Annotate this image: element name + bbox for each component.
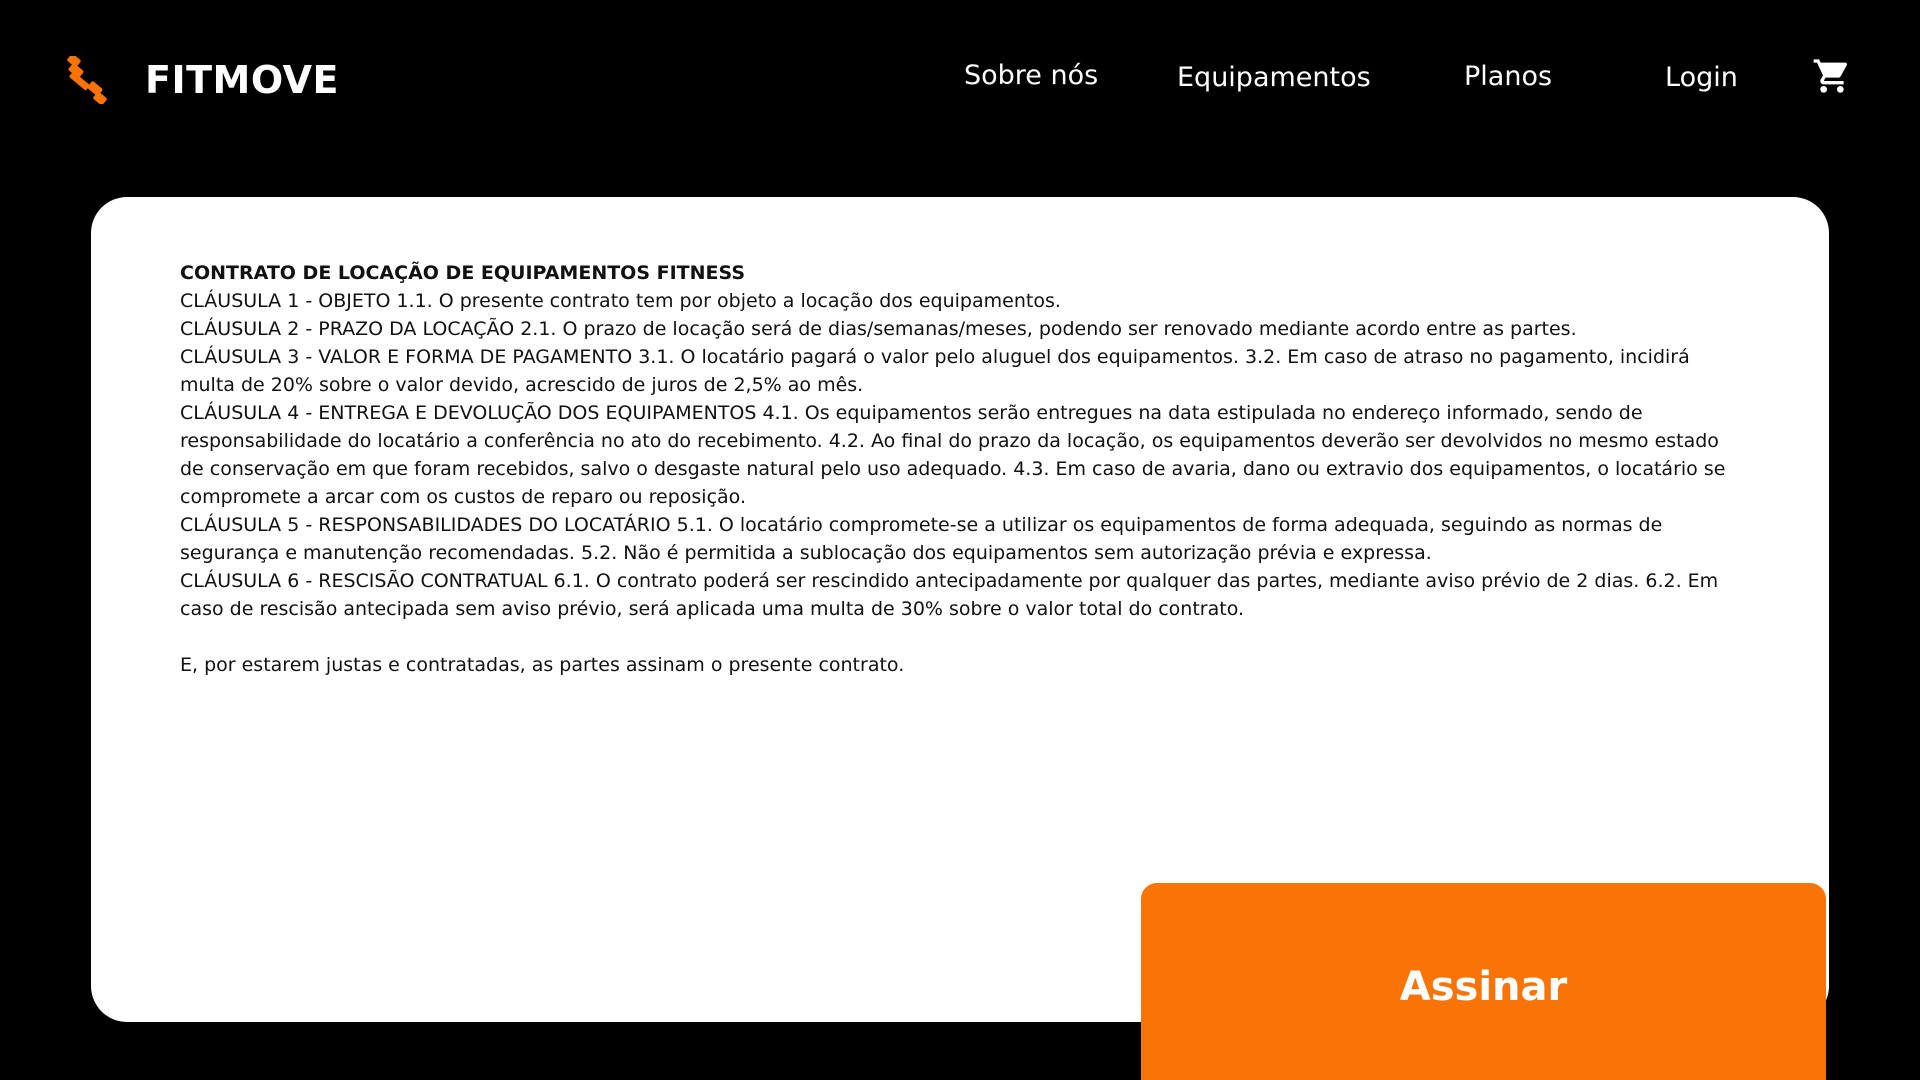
nav-link-equipment[interactable]: Equipamentos [1177,58,1371,98]
nav-link-login[interactable]: Login [1665,58,1738,98]
shopping-cart-icon [1813,59,1848,93]
contract-text: CONTRATO DE LOCAÇÃO DE EQUIPAMENTOS FITN… [180,259,1740,679]
contract-closing: E, por estarem justas e contratadas, as … [180,654,905,676]
cart-button[interactable] [1812,56,1852,96]
dumbbell-icon [67,56,107,104]
brand-logo[interactable]: FITMOVE [66,56,339,104]
brand-name: FITMOVE [145,58,339,102]
nav-link-about[interactable]: Sobre nós [964,56,1098,96]
clause-3: CLÁUSULA 3 - VALOR E FORMA DE PAGAMENTO … [180,346,1690,396]
sign-button[interactable]: Assinar [1141,883,1826,1080]
clause-5: CLÁUSULA 5 - RESPONSABILIDADES DO LOCATÁ… [180,514,1663,564]
clause-2: CLÁUSULA 2 - PRAZO DA LOCAÇÃO 2.1. O pra… [180,318,1577,340]
contract-page: FITMOVE Sobre nós Equipamentos Planos Lo… [0,0,1920,1080]
clause-1: CLÁUSULA 1 - OBJETO 1.1. O presente cont… [180,290,1061,312]
sign-button-label: Assinar [1399,964,1568,1010]
clause-4: CLÁUSULA 4 - ENTREGA E DEVOLUÇÃO DOS EQU… [180,402,1726,508]
contract-title: CONTRATO DE LOCAÇÃO DE EQUIPAMENTOS FITN… [180,262,746,284]
clause-6: CLÁUSULA 6 - RESCISÃO CONTRATUAL 6.1. O … [180,570,1719,620]
nav-link-plans[interactable]: Planos [1464,57,1552,97]
